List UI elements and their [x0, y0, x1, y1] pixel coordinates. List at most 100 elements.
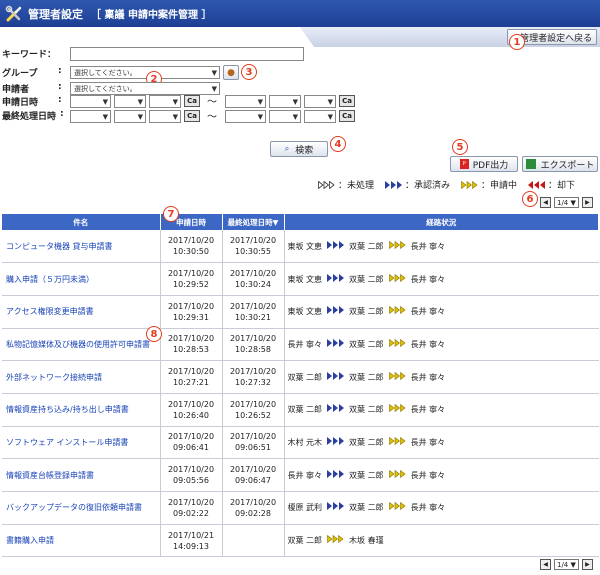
calendar-button[interactable]: Ca [184, 110, 200, 122]
page-select-value: 1/4 [557, 560, 569, 569]
pdf-export-button[interactable]: P PDF出力 [450, 156, 518, 172]
row-apply-date: 2017/10/20 09:06:41 [159, 426, 222, 460]
badge-4: 4 [330, 136, 346, 152]
row-last-date: 2017/10/20 10:27:32 [221, 360, 284, 394]
pdf-export-label: PDF出力 [472, 160, 509, 171]
row-apply-date-time: 09:05:56 [173, 476, 209, 486]
col-name-header[interactable]: 件名 [2, 214, 161, 230]
row-apply-date-time: 10:30:50 [173, 247, 209, 257]
table-row: 書籍購入申請 2017/10/21 14:09:13 双葉 二郎 木坂 春瑾 [2, 524, 599, 558]
badge-5: 5 [452, 139, 468, 155]
keyword-input[interactable] [70, 47, 304, 61]
apply-date-from-month[interactable]: ▼ [114, 95, 146, 108]
page-select[interactable]: 1/4 ▼ [554, 559, 579, 570]
apply-date-to-year[interactable]: ▼ [225, 95, 266, 108]
route-person-2: 双葉 二郎 [349, 405, 384, 415]
search-button[interactable]: ⌕ 検索 [270, 141, 328, 157]
search-button-label: 検索 [295, 145, 314, 156]
row-last-date: 2017/10/20 09:06:51 [221, 426, 284, 460]
row-name-link[interactable]: アクセス権限変更申請書 [2, 295, 160, 329]
row-name-link[interactable]: コンピュータ機器 貸与申請書 [2, 230, 160, 264]
row-apply-date-day: 2017/10/20 [167, 399, 215, 409]
in-progress-arrows-icon [388, 502, 406, 511]
last-date-label: 最終処理日時 [2, 112, 57, 122]
row-name-link[interactable]: ソフトウェア インストール申請書 [2, 426, 160, 460]
calendar-button[interactable]: Ca [184, 95, 200, 107]
tools-icon [4, 4, 24, 24]
last-date-to-day[interactable]: ▼ [304, 110, 336, 123]
group-select-value: 選択してください。 [74, 68, 137, 77]
last-date-to-year[interactable]: ▼ [225, 110, 266, 123]
apply-date-from-day[interactable]: ▼ [149, 95, 181, 108]
row-apply-date-day: 2017/10/20 [167, 334, 215, 344]
row-name-link[interactable]: 情報資産台帳登録申請書 [2, 458, 160, 492]
row-name-link[interactable]: 外部ネットワーク接続申請 [2, 360, 160, 394]
row-apply-date-day: 2017/10/20 [167, 269, 215, 279]
group-picker-button[interactable]: ● [223, 65, 239, 80]
row-route: 東坂 文恵 双葉 二郎 長井 寧々 [283, 262, 599, 296]
apply-date-to-day[interactable]: ▼ [304, 95, 336, 108]
chevron-down-icon: ▼ [327, 98, 333, 106]
approved-arrows-icon [327, 273, 345, 282]
row-name-link[interactable]: 情報資産持ち込み/持ち出し申請書 [2, 393, 160, 427]
export-button[interactable]: エクスポート [522, 156, 598, 172]
row-last-date-day: 2017/10/20 [229, 432, 277, 442]
calendar-button[interactable]: Ca [339, 95, 355, 107]
chevron-down-icon: ▼ [172, 113, 178, 121]
row-apply-date: 2017/10/21 14:09:13 [159, 524, 222, 558]
row-apply-date-time: 10:29:31 [173, 312, 209, 322]
applicant-select[interactable]: 選択してください。 ▼ [70, 82, 220, 95]
next-page-button[interactable]: ▶ [581, 559, 593, 570]
chevron-down-icon: ▼ [292, 113, 298, 121]
unprocessed-arrows-icon [318, 180, 335, 189]
row-name-link[interactable]: 購入申請（５万円未満） [2, 262, 160, 296]
chevron-down-icon: ▼ [137, 98, 143, 106]
row-apply-date: 2017/10/20 10:29:31 [159, 295, 222, 329]
route-person-2: 双葉 二郎 [349, 503, 384, 513]
last-date-to-month[interactable]: ▼ [269, 110, 301, 123]
last-date-colon: : [60, 109, 64, 119]
calendar-button[interactable]: Ca [339, 110, 355, 122]
row-name-link[interactable]: 私物記憶媒体及び機器の使用許可申請書 [2, 328, 160, 362]
route-person-3: 長井 寧々 [410, 503, 446, 513]
table-row: バックアップデータの復旧依頼申請書 2017/10/20 09:02:22 2017/… [2, 491, 599, 525]
group-select[interactable]: 選択してください。 ▼ [70, 66, 220, 79]
table-row: 購入申請（５万円未満） 2017/10/20 10:29:52 2017/10/20 1… [2, 262, 599, 296]
table-row: 情報資産持ち込み/持ち出し申請書 2017/10/20 10:26:40 2017/1… [2, 393, 599, 427]
apply-date-to-month[interactable]: ▼ [269, 95, 301, 108]
approved-arrows-icon [327, 240, 345, 249]
route-person-1: 双葉 二郎 [287, 372, 323, 382]
row-last-date-time: 10:30:24 [235, 280, 271, 290]
row-last-date: 2017/10/20 09:02:28 [221, 491, 284, 525]
col-last-date-header[interactable]: 最終処理日時▼ [222, 214, 285, 230]
page-title: 管理者設定 [28, 7, 83, 21]
row-route: 長井 寧々 双葉 二郎 長井 寧々 [283, 328, 599, 362]
row-last-date-time: 10:30:21 [235, 312, 271, 322]
row-name-link[interactable]: 書籍購入申請 [2, 524, 160, 558]
last-date-from-day[interactable]: ▼ [149, 110, 181, 123]
approved-arrows-icon [327, 338, 345, 347]
request-table: 件名 申請日時 最終処理日時▼ 経路状況 コンピュータ機器 貸与申請書 2017/… [2, 214, 599, 558]
range-tilde: 〜 [207, 97, 217, 108]
last-date-from-month[interactable]: ▼ [114, 110, 146, 123]
row-apply-date-day: 2017/10/20 [167, 367, 215, 377]
row-last-date-day: 2017/10/20 [229, 367, 277, 377]
prev-page-button[interactable]: ◀ [540, 197, 551, 208]
route-person-1: 東坂 文恵 [287, 274, 323, 284]
row-apply-date-time: 10:26:40 [173, 410, 209, 420]
keyword-label: キーワード： [2, 50, 57, 60]
in-progress-arrows-icon [388, 240, 406, 249]
route-person-3: 長井 寧々 [410, 274, 446, 284]
row-last-date-time: 10:28:58 [235, 345, 271, 355]
page-select[interactable]: 1/4 ▼ [554, 197, 579, 208]
table-row: アクセス権限変更申請書 2017/10/20 10:29:31 2017/10/20 1… [2, 295, 599, 329]
approved-arrows-icon [327, 371, 345, 380]
prev-page-button[interactable]: ◀ [540, 559, 551, 570]
next-page-button[interactable]: ▶ [581, 197, 593, 208]
row-last-date-time: 10:26:52 [235, 410, 271, 420]
row-name-link[interactable]: バックアップデータの復旧依頼申請書 [2, 491, 160, 525]
route-person-1: 榎原 武利 [287, 503, 323, 513]
apply-date-from-year[interactable]: ▼ [70, 95, 111, 108]
search-icon: ⌕ [284, 144, 290, 153]
last-date-from-year[interactable]: ▼ [70, 110, 111, 123]
